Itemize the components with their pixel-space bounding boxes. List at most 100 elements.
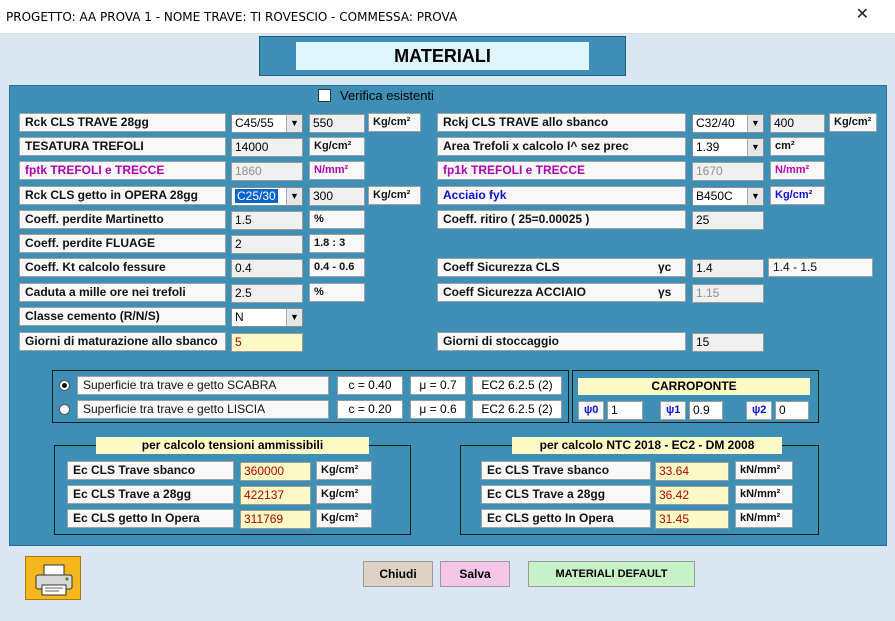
area-trefoli-label: Area Trefoli x calcolo I^ sez prec <box>437 137 686 156</box>
liscia-radio[interactable] <box>59 404 70 415</box>
ntc-row-value[interactable]: 31.45 <box>655 510 729 529</box>
chevron-down-icon[interactable]: ▼ <box>286 188 302 205</box>
fptk-label: fptk TREFOLI e TRECCE <box>19 161 226 180</box>
tensioni-row-value[interactable]: 422137 <box>240 486 311 505</box>
giorni-stoccaggio-label: Giorni di stoccaggio <box>437 332 686 351</box>
caduta-label: Caduta a mille ore nei trefoli <box>19 283 226 302</box>
chiudi-button[interactable]: Chiudi <box>363 561 433 587</box>
fp1k-value[interactable]: 1670 <box>692 162 764 181</box>
area-trefoli-select-value: 1.39 <box>696 140 720 154</box>
tensioni-row-label: Ec CLS Trave sbanco <box>67 461 234 480</box>
rck-getto-select-value: C25/30 <box>235 189 278 203</box>
rck-trave-unit: Kg/cm² <box>368 113 421 132</box>
perdite-martinetto-label: Coeff. perdite Martinetto <box>19 210 226 229</box>
kt-value[interactable]: 0.4 <box>231 259 303 278</box>
gamma-s-symbol: γs <box>658 285 672 299</box>
area-trefoli-select[interactable]: 1.39 ▼ <box>692 138 764 157</box>
psi0-input[interactable]: 1 <box>607 401 643 420</box>
close-icon[interactable]: ✕ <box>856 4 869 24</box>
rckj-select-value: C32/40 <box>696 116 735 130</box>
classe-cemento-select[interactable]: N ▼ <box>231 308 303 327</box>
window-title: PROGETTO: AA PROVA 1 - NOME TRAVE: TI RO… <box>6 10 458 24</box>
perdite-martinetto-value[interactable]: 1.5 <box>231 211 303 230</box>
ntc-row-value[interactable]: 36.42 <box>655 486 729 505</box>
tensioni-row-label: Ec CLS Trave a 28gg <box>67 485 234 504</box>
salva-button[interactable]: Salva <box>440 561 510 587</box>
scabra-radio[interactable] <box>59 380 70 391</box>
scabra-label: Superficie tra trave e getto SCABRA <box>77 376 329 395</box>
page-title: MATERIALI <box>296 42 589 70</box>
classe-cemento-label: Classe cemento (R/N/S) <box>19 307 226 326</box>
fptk-value[interactable]: 1860 <box>231 162 303 181</box>
chevron-down-icon[interactable]: ▼ <box>747 115 763 132</box>
giorni-stoccaggio-value[interactable]: 15 <box>692 333 764 352</box>
chevron-down-icon[interactable]: ▼ <box>286 115 302 132</box>
ntc-title: per calcolo NTC 2018 - EC2 - DM 2008 <box>512 437 782 454</box>
tensioni-row-label: Ec CLS getto In Opera <box>67 509 234 528</box>
tesatura-label: TESATURA TREFOLI <box>19 137 226 156</box>
ritiro-label: Coeff. ritiro ( 25=0.00025 ) <box>437 210 686 229</box>
rck-getto-unit: Kg/cm² <box>368 186 421 205</box>
rck-getto-label: Rck CLS getto in OPERA 28gg <box>19 186 226 205</box>
rckj-select[interactable]: C32/40 ▼ <box>692 114 764 133</box>
ntc-row-value[interactable]: 33.64 <box>655 462 729 481</box>
ntc-row-unit: kN/mm² <box>735 509 793 528</box>
kt-range: 0.4 - 0.6 <box>309 258 365 277</box>
giorni-maturazione-value[interactable]: 5 <box>231 333 303 352</box>
fptk-unit: N/mm² <box>309 161 365 180</box>
tensioni-row-value[interactable]: 311769 <box>240 510 311 529</box>
chevron-down-icon[interactable]: ▼ <box>747 188 763 205</box>
tensioni-title: per calcolo tensioni ammissibili <box>96 437 369 454</box>
ntc-row-unit: kN/mm² <box>735 461 793 480</box>
sicurezza-acciaio-value[interactable]: 1.15 <box>692 284 764 303</box>
kt-label: Coeff. Kt calcolo fessure <box>19 258 226 277</box>
liscia-label: Superficie tra trave e getto LISCIA <box>77 400 329 419</box>
scabra-ref: EC2 6.2.5 (2) <box>472 376 562 395</box>
tensioni-row-value[interactable]: 360000 <box>240 462 311 481</box>
liscia-c: c = 0.20 <box>337 400 403 419</box>
psi2-label: ψ2 <box>746 401 772 420</box>
tensioni-row-unit: Kg/cm² <box>316 485 372 504</box>
chevron-down-icon[interactable]: ▼ <box>747 139 763 156</box>
rckj-unit: Kg/cm² <box>829 113 877 132</box>
print-button[interactable] <box>25 556 81 600</box>
caduta-value[interactable]: 2.5 <box>231 284 303 303</box>
giorni-maturazione-label: Giorni di maturazione allo sbanco <box>19 332 226 351</box>
sicurezza-cls-text: Coeff Sicurezza CLS <box>443 260 560 274</box>
sicurezza-cls-value[interactable]: 1.4 <box>692 259 764 278</box>
perdite-fluage-value[interactable]: 2 <box>231 235 303 254</box>
rckj-value[interactable]: 400 <box>770 114 825 133</box>
perdite-martinetto-unit: % <box>309 210 365 229</box>
fp1k-label: fp1k TREFOLI e TRECCE <box>437 161 686 180</box>
verifica-esistenti-label: Verifica esistenti <box>340 88 434 103</box>
rck-trave-select[interactable]: C45/55 ▼ <box>231 114 303 133</box>
ritiro-value[interactable]: 25 <box>692 211 764 230</box>
rck-trave-value[interactable]: 550 <box>309 114 365 133</box>
psi1-label: ψ1 <box>660 401 686 420</box>
sicurezza-cls-label: Coeff Sicurezza CLS γc <box>437 258 686 277</box>
rck-getto-value[interactable]: 300 <box>309 187 365 206</box>
tensioni-row-unit: Kg/cm² <box>316 509 372 528</box>
chevron-down-icon[interactable]: ▼ <box>286 309 302 326</box>
psi2-input[interactable]: 0 <box>775 401 809 420</box>
scabra-c: c = 0.40 <box>337 376 403 395</box>
materiali-default-button[interactable]: MATERIALI DEFAULT <box>528 561 695 587</box>
checkbox-box[interactable] <box>318 89 331 102</box>
liscia-mu: μ = 0.6 <box>410 400 466 419</box>
ntc-row-label: Ec CLS Trave sbanco <box>481 461 651 480</box>
scabra-mu: μ = 0.7 <box>410 376 466 395</box>
tesatura-value[interactable]: 14000 <box>231 138 303 157</box>
acciaio-select[interactable]: B450C ▼ <box>692 187 764 206</box>
title-bar: PROGETTO: AA PROVA 1 - NOME TRAVE: TI RO… <box>0 0 895 34</box>
psi1-input[interactable]: 0.9 <box>689 401 723 420</box>
acciaio-select-value: B450C <box>696 189 733 203</box>
area-trefoli-unit: cm² <box>770 137 825 156</box>
sicurezza-cls-range: 1.4 - 1.5 <box>768 258 873 277</box>
tesatura-unit: Kg/cm² <box>309 137 365 156</box>
printer-icon <box>35 564 73 596</box>
rck-trave-select-value: C45/55 <box>235 116 274 130</box>
classe-cemento-select-value: N <box>235 310 244 324</box>
rck-getto-select[interactable]: C25/30 ▼ <box>231 187 303 206</box>
tensioni-row-unit: Kg/cm² <box>316 461 372 480</box>
caduta-unit: % <box>309 283 365 302</box>
